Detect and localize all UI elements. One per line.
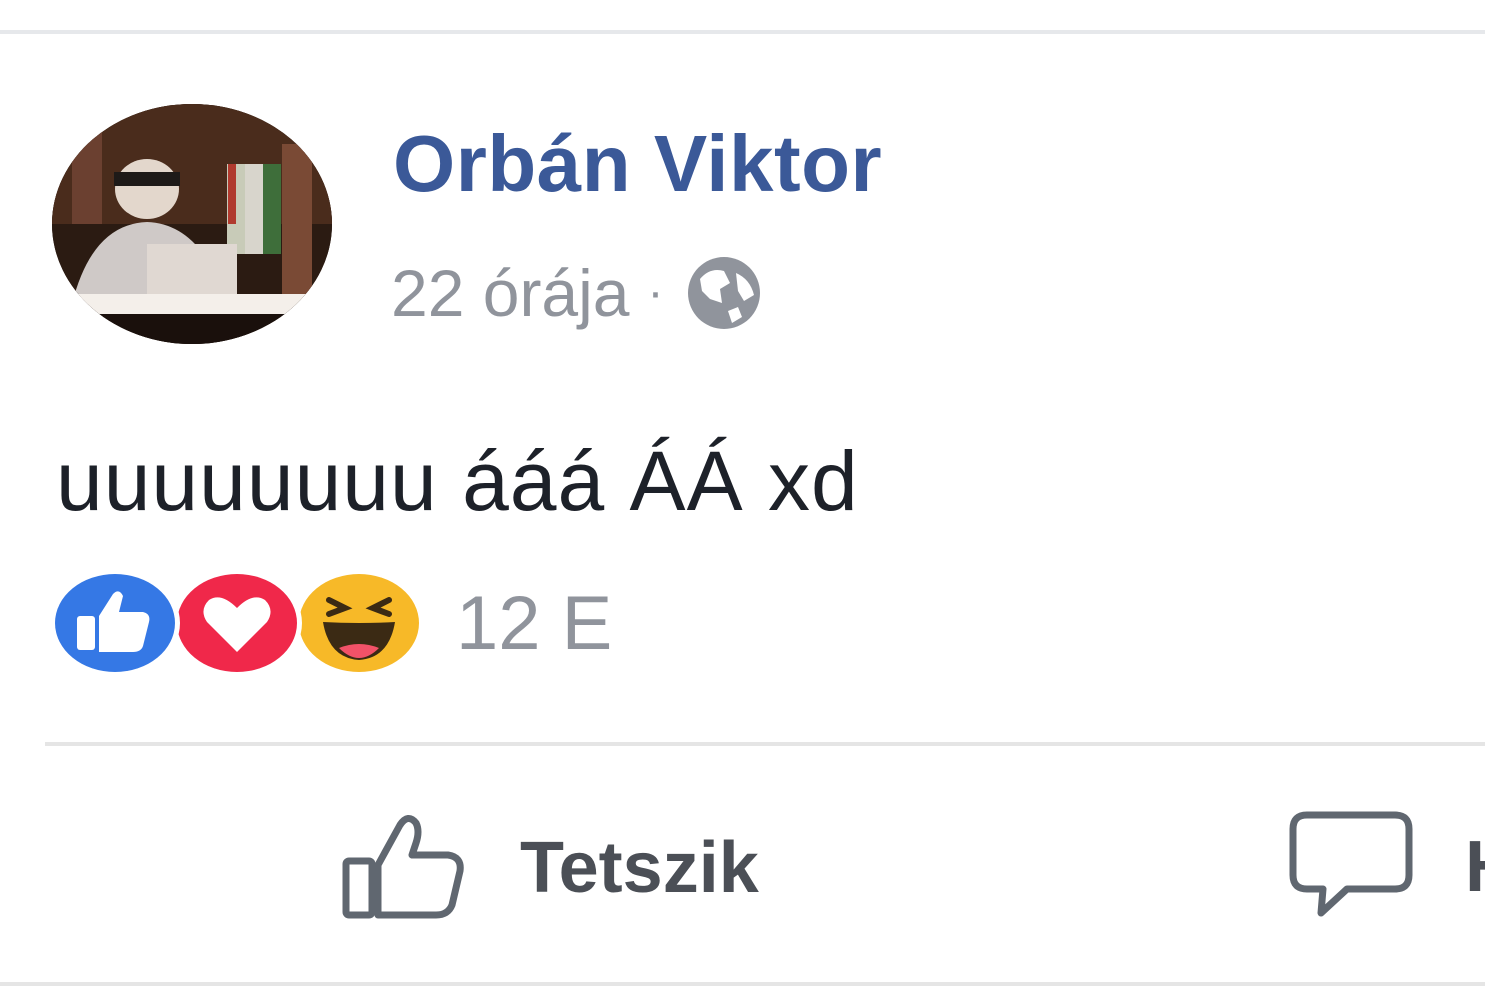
like-reaction-icon — [50, 569, 180, 677]
post-meta: 22 órája · — [391, 249, 768, 337]
thumbs-up-icon — [340, 809, 470, 926]
meta-separator: · — [647, 266, 664, 319]
like-label: Tetszik — [520, 827, 759, 908]
post-card: Orbán Viktor 22 órája · uuuuuuuu ááá ÁÁ … — [0, 34, 1485, 986]
reactions-summary[interactable]: 12 E — [50, 569, 612, 677]
like-button[interactable]: Tetszik — [340, 809, 759, 926]
comment-icon — [1285, 809, 1415, 924]
haha-reaction-icon — [294, 569, 424, 677]
love-reaction-icon — [172, 569, 302, 677]
avatar-photo — [52, 104, 332, 344]
reaction-count[interactable]: 12 E — [456, 580, 612, 667]
post-timestamp[interactable]: 22 órája — [391, 260, 630, 326]
comment-label: H — [1465, 826, 1485, 908]
post-text: uuuuuuuu ááá ÁÁ xd — [56, 434, 859, 528]
actions-divider — [45, 742, 1485, 746]
facebook-post-screenshot: Orbán Viktor 22 órája · uuuuuuuu ááá ÁÁ … — [0, 0, 1485, 990]
comment-button[interactable]: H — [1285, 809, 1485, 924]
globe-icon[interactable] — [680, 249, 768, 337]
author-avatar[interactable] — [52, 104, 332, 344]
bottom-divider — [0, 982, 1485, 986]
author-name[interactable]: Orbán Viktor — [393, 124, 882, 204]
